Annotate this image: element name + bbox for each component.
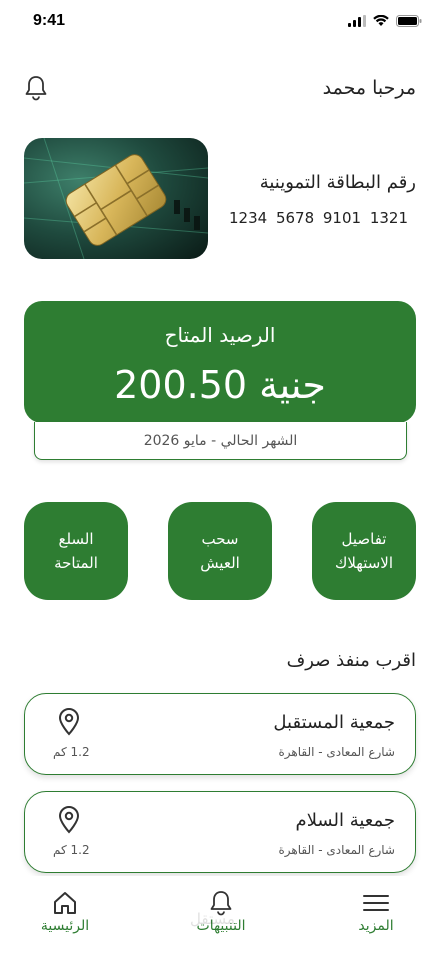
available-goods-button[interactable]: السلع المتاحة	[24, 502, 128, 600]
home-icon	[54, 892, 76, 914]
outlet-card[interactable]: جمعية المستقبل شارع المعادى - القاهرة 1.…	[24, 693, 416, 775]
nav-more[interactable]: المزيد	[331, 888, 421, 934]
nav-home-label: الرئيسية	[40, 918, 90, 934]
bell-icon	[25, 76, 47, 101]
status-bar: 9:41	[0, 0, 440, 44]
outlet-address: شارع المعادى - القاهرة	[278, 745, 395, 759]
battery-icon	[396, 15, 422, 27]
notifications-button[interactable]	[22, 74, 50, 102]
outlet-card[interactable]: جمعية السلام شارع المعادى - القاهرة 1.2 …	[24, 791, 416, 873]
balance-title: الرصيد المتاح	[164, 323, 276, 347]
location-pin-icon	[58, 708, 80, 736]
status-time: 9:41	[33, 12, 66, 29]
wifi-icon	[373, 15, 389, 26]
signal-icon	[348, 15, 366, 27]
balance-month: الشهر الحالي - مايو 2026	[34, 422, 407, 460]
status-icons	[348, 15, 422, 27]
balance-currency: جنية	[259, 363, 326, 407]
nearest-outlet-title: اقرب منفذ صرف	[286, 650, 416, 671]
header: مرحبا محمد	[22, 72, 416, 104]
card-image	[24, 138, 208, 259]
balance-amount-row: جنية 200.50	[24, 363, 416, 407]
balance-card: الرصيد المتاح جنية 200.50	[24, 301, 416, 423]
outlet-name: جمعية المستقبل	[273, 712, 395, 733]
location-pin-icon	[58, 806, 80, 834]
watermark: مستقل	[190, 910, 235, 928]
card-number: 1234 5678 9101 1321	[229, 209, 408, 227]
consumption-details-button[interactable]: تفاصيل الاستهلاك	[312, 502, 416, 600]
card-number-label: رقم البطاقة التموينية	[259, 172, 416, 193]
balance-amount: 200.50	[114, 363, 248, 407]
greeting: مرحبا محمد	[322, 77, 416, 99]
outlet-name: جمعية السلام	[295, 810, 395, 831]
bread-withdrawal-button[interactable]: سحب العيش	[168, 502, 272, 600]
nav-more-label: المزيد	[358, 918, 394, 934]
outlet-distance: 1.2 كم	[53, 843, 90, 857]
nav-home[interactable]: الرئيسية	[20, 888, 110, 934]
outlet-address: شارع المعادى - القاهرة	[278, 843, 395, 857]
outlet-distance: 1.2 كم	[53, 745, 90, 759]
menu-icon	[363, 895, 389, 911]
